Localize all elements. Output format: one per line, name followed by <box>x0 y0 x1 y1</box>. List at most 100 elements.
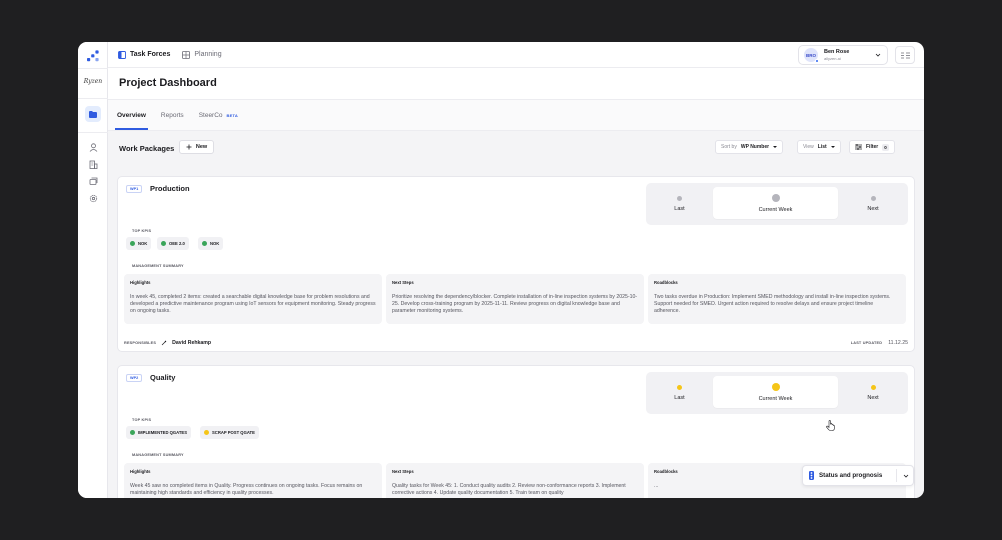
sidebar-panel-icon <box>118 50 126 59</box>
week-last: Last <box>646 372 713 414</box>
kpi-label: NOK <box>210 241 220 246</box>
nav-label: Task Forces <box>130 51 171 58</box>
work-package-card[interactable]: WP2 Quality Last Current Week Next TOP K… <box>117 365 915 498</box>
work-package-card[interactable]: WP1 Production Last Current Week Next TO… <box>117 176 915 352</box>
top-bar: Task Forces Planning BRO Ben Rose allyze… <box>108 42 924 68</box>
sort-select[interactable]: Sort by WP Number <box>715 140 784 154</box>
user-menu[interactable]: BRO Ben Rose allyzen.ai <box>798 45 888 65</box>
tab-steerco[interactable]: SteerCo BETA <box>199 100 238 130</box>
new-label: New <box>195 144 208 150</box>
status-dot <box>870 385 876 390</box>
kpi-chip[interactable]: OEE 2.0 <box>157 237 189 250</box>
next-steps-text: Quality tasks for Week 45: 1. Conduct qu… <box>392 483 626 496</box>
page-title: Project Dashboard <box>119 77 217 89</box>
tab-label: Reports <box>160 111 184 119</box>
week-next: Next <box>838 372 908 414</box>
tab-label: SteerCo <box>198 111 223 119</box>
nav-projects[interactable] <box>85 106 101 122</box>
week-label: Last <box>674 206 685 212</box>
kpis-heading: TOP KPIS <box>132 229 152 233</box>
kpi-chip[interactable]: IMPLEMENTED QGATES <box>126 426 192 439</box>
nav-settings[interactable] <box>87 192 99 204</box>
stack-icon <box>89 177 97 185</box>
week-label: Next <box>867 206 879 212</box>
traffic-light-icon <box>809 471 814 480</box>
avatar-initials: BRO <box>806 52 816 58</box>
filter-label: Filter <box>866 144 879 150</box>
last-updated-label: LAST UPDATED <box>850 341 883 345</box>
status-dot <box>677 196 682 201</box>
next-steps-box: Next Steps Quality tasks for Week 45: 1.… <box>386 463 644 498</box>
responsible-name[interactable]: David Rehkamp <box>172 340 211 346</box>
responsibles-label: RESPONSIBLES <box>124 341 157 345</box>
wp-id-badge: WP1 <box>126 185 143 193</box>
user-name: Ben Rose <box>824 49 850 55</box>
week-label: Last <box>674 395 685 401</box>
wp-id-badge: WP2 <box>126 374 143 382</box>
tab-overview[interactable]: Overview <box>115 100 148 130</box>
next-steps-heading: Next Steps <box>392 469 414 474</box>
tab-reports[interactable]: Reports <box>161 100 184 130</box>
nav-label: Planning <box>194 51 222 58</box>
kpi-chip[interactable]: SCRAP POST QGATE <box>200 426 259 439</box>
next-steps-box: Next Steps Prioritize resolving the depe… <box>386 274 644 324</box>
roadblocks-box: Roadblocks Two tasks overdue in Producti… <box>648 274 906 324</box>
last-updated: LAST UPDATED 11.12.25 <box>851 340 908 346</box>
highlights-text: In week 45, completed 2 items: created a… <box>130 294 376 314</box>
new-work-package-button[interactable]: New <box>179 140 214 154</box>
app-logo-icon[interactable] <box>87 50 99 62</box>
status-dot <box>204 430 209 435</box>
wp-name: Production <box>150 184 190 193</box>
status-panel-label: Status and prognosis <box>819 472 883 479</box>
nav-task-forces[interactable]: Task Forces <box>118 50 171 59</box>
nav-planning[interactable]: Planning <box>182 50 222 59</box>
nav-company[interactable] <box>87 158 99 170</box>
nav-users[interactable] <box>87 141 99 153</box>
status-dot <box>202 241 207 246</box>
online-indicator <box>815 59 819 63</box>
caret-down-icon <box>830 146 835 148</box>
rail-divider <box>78 132 108 133</box>
main-content: Work Packages New Sort by WP Number View… <box>108 131 924 498</box>
status-dot <box>771 382 780 391</box>
week-next: Next <box>838 183 908 225</box>
kpi-label: OEE 2.0 <box>169 241 185 246</box>
responsibles: RESPONSIBLES David Rehkamp <box>124 340 211 346</box>
nav-library[interactable] <box>87 175 99 187</box>
app-window: Ryzen Task Forces Planning BRO Ben Rose … <box>78 42 924 498</box>
next-steps-text: Prioritize resolving the dependency/bloc… <box>392 294 638 314</box>
section-title: Work Packages <box>119 144 175 153</box>
tab-label: Overview <box>117 111 146 119</box>
brand-logo: Ryzen <box>83 78 103 85</box>
highlights-heading: Highlights <box>130 469 151 474</box>
grid-icon <box>182 50 191 59</box>
caret-down-icon <box>773 146 778 148</box>
tab-bar: Overview Reports SteerCo BETA <box>108 100 924 131</box>
layout-toggle-button[interactable] <box>895 46 915 64</box>
roadblocks-text: Two tasks overdue in Production: Impleme… <box>654 294 891 314</box>
divider <box>896 469 897 482</box>
filter-button[interactable]: Filter 0 <box>849 140 895 154</box>
kpi-chip[interactable]: NOK <box>198 237 224 250</box>
week-current: Current Week <box>713 376 838 408</box>
summary-heading: MANAGEMENT SUMMARY <box>132 453 184 457</box>
page-header: Project Dashboard <box>108 68 924 100</box>
status-prognosis-panel[interactable]: Status and prognosis <box>802 465 914 486</box>
plus-icon <box>186 144 192 150</box>
avatar: BRO <box>804 48 819 63</box>
rail-divider <box>78 68 108 69</box>
status-dot <box>130 430 135 435</box>
chevron-down-icon <box>875 53 881 57</box>
status-dot <box>870 196 876 201</box>
status-dot <box>677 385 682 390</box>
beta-badge: BETA <box>226 112 238 118</box>
wp-name: Quality <box>150 373 176 382</box>
week-last: Last <box>646 183 713 225</box>
gear-icon <box>89 194 97 202</box>
chevron-down-icon[interactable] <box>903 473 909 479</box>
view-select[interactable]: View List <box>797 140 841 154</box>
week-label: Current Week <box>758 206 793 213</box>
filter-count-badge: 0 <box>882 143 889 151</box>
kpi-label: NOK <box>138 241 148 246</box>
kpi-chip[interactable]: NOK <box>126 237 152 250</box>
